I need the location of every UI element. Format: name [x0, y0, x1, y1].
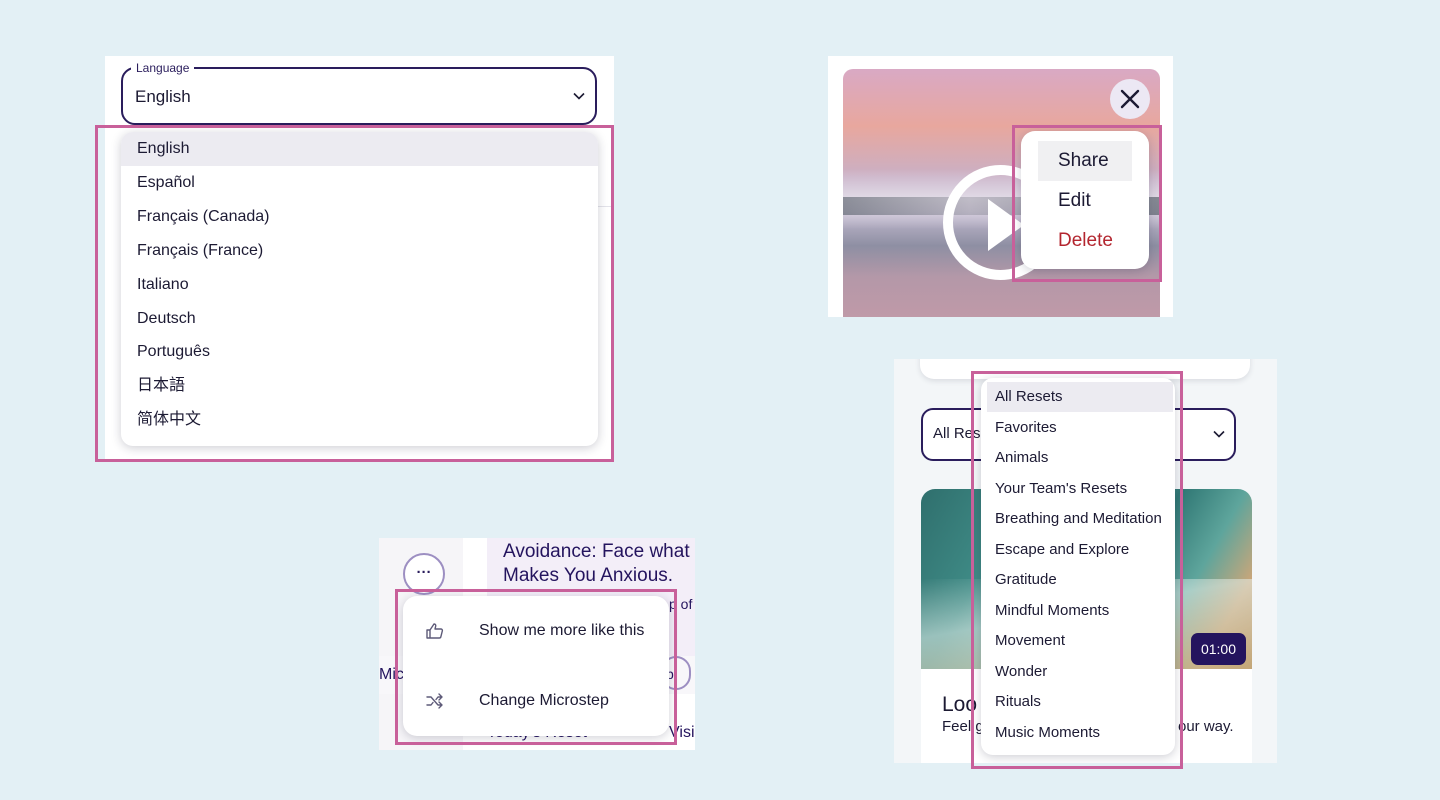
resets-option[interactable]: Animals — [987, 443, 1173, 473]
resets-option[interactable]: Favorites — [987, 413, 1173, 443]
resets-option[interactable]: Movement — [987, 626, 1173, 656]
delete-menu-item[interactable]: Delete — [1038, 221, 1132, 261]
reset-subtitle-end: our way. — [1178, 718, 1234, 735]
resets-option[interactable]: Wonder — [987, 657, 1173, 687]
resets-option[interactable]: Escape and Explore — [987, 535, 1173, 565]
reset-subtitle: Feel g — [942, 718, 984, 735]
resets-option[interactable]: Mindful Moments — [987, 596, 1173, 626]
microstep-panel: Avoidance: Face what Makes You Anxious. … — [379, 538, 695, 750]
microstep-options-menu: Show me more like this Change Microstep — [403, 596, 669, 736]
resets-option[interactable]: Breathing and Meditation — [987, 504, 1173, 534]
resets-panel: All Rese 01:00 Loo Feel g our way. All R… — [894, 359, 1277, 763]
language-option[interactable]: Español — [121, 166, 598, 200]
close-icon — [1120, 89, 1140, 109]
divider — [597, 206, 614, 207]
change-microstep-item[interactable]: Change Microstep — [479, 692, 609, 710]
share-menu-item[interactable]: Share — [1038, 141, 1132, 181]
more-icon: ··· — [416, 564, 432, 581]
close-button[interactable] — [1110, 79, 1150, 119]
language-option[interactable]: Deutsch — [121, 302, 598, 336]
resets-dropdown-list: All Resets Favorites Animals Your Team's… — [981, 378, 1175, 755]
edit-menu-item[interactable]: Edit — [1038, 181, 1132, 221]
language-option[interactable]: 简体中文 — [121, 403, 598, 437]
language-option[interactable]: Italiano — [121, 268, 598, 302]
top-card — [920, 359, 1250, 379]
resets-option[interactable]: Rituals — [987, 687, 1173, 717]
language-panel: Language English English Español Françai… — [105, 56, 614, 462]
duration-badge: 01:00 — [1191, 633, 1246, 665]
video-panel: Share Edit Delete — [828, 56, 1173, 317]
shuffle-icon — [426, 693, 443, 709]
language-value: English — [135, 87, 191, 106]
visit-label: Visi — [669, 724, 695, 741]
microstep-title: Avoidance: Face what Makes You Anxious. — [503, 541, 690, 586]
reset-title: Loo — [942, 693, 978, 716]
chevron-down-icon[interactable] — [1212, 427, 1226, 441]
video-options-menu: Share Edit Delete — [1021, 131, 1149, 269]
language-option[interactable]: Français (France) — [121, 234, 598, 268]
resets-option[interactable]: Your Team's Resets — [987, 474, 1173, 504]
show-more-like-this-item[interactable]: Show me more like this — [479, 622, 644, 640]
microstep-subtitle: p of — [669, 596, 693, 612]
resets-option[interactable]: All Resets — [987, 382, 1173, 412]
chevron-down-icon[interactable] — [572, 89, 586, 103]
language-label: Language — [131, 61, 195, 75]
resets-option[interactable]: Music Moments — [987, 718, 1173, 748]
language-option[interactable]: English — [121, 132, 598, 166]
language-option[interactable]: Português — [121, 335, 598, 369]
language-option[interactable]: Français (Canada) — [121, 200, 598, 234]
thumbs-up-icon — [426, 623, 444, 639]
resets-option[interactable]: Gratitude — [987, 565, 1173, 595]
play-triangle — [988, 199, 1024, 251]
language-dropdown-list: English Español Français (Canada) França… — [121, 132, 598, 446]
language-select[interactable] — [121, 67, 597, 125]
language-option[interactable]: 日本語 — [121, 369, 598, 403]
